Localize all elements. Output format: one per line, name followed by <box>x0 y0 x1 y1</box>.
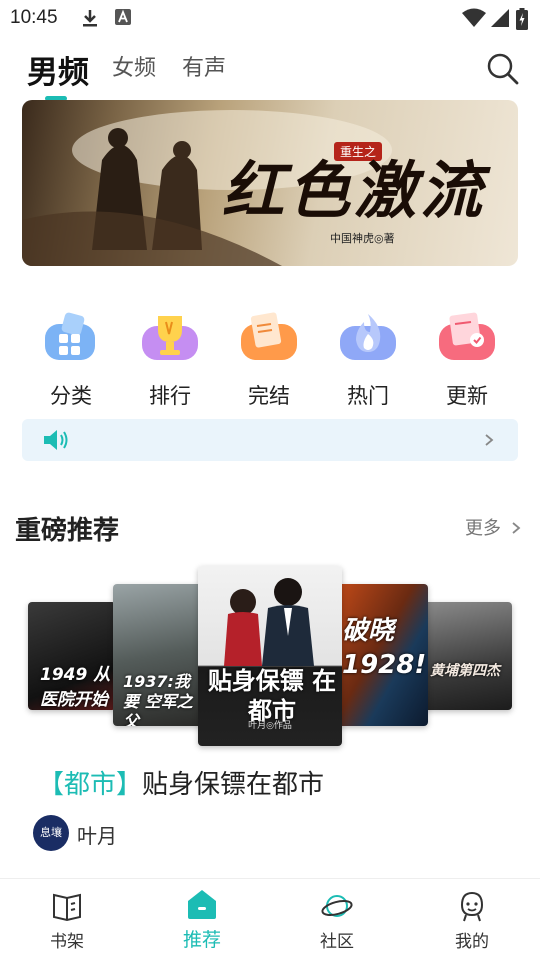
quick-link-label: 排行 <box>149 384 191 408</box>
promo-banner[interactable]: 重生之 红色激流 中国神虎◎著 <box>22 100 518 266</box>
chevron-right-icon <box>512 522 521 534</box>
quick-link-label: 更新 <box>446 384 488 408</box>
speaker-icon <box>44 430 68 450</box>
audio-notice-bar[interactable] <box>22 419 518 461</box>
tab-audio[interactable]: 有声 <box>182 50 226 82</box>
chevron-right-icon <box>485 434 494 446</box>
book-cover[interactable]: 1937:我要 空军之父 <box>113 584 205 726</box>
book-cover-selected[interactable]: 贴身保镖 在都市 叶月◎作品 <box>198 566 342 746</box>
book-cover[interactable]: 1949 从医院开始 <box>28 602 116 710</box>
nav-community[interactable]: 社区 <box>292 889 382 952</box>
book-cover[interactable]: 黄埔第四杰 <box>424 602 512 710</box>
quick-link-hot[interactable]: 热门 <box>328 310 408 410</box>
book-cover[interactable]: 破晓 1928! <box>336 584 428 726</box>
battery-icon <box>516 8 528 30</box>
quick-links: 分类 排行 完结 热门 更新 <box>0 310 540 410</box>
bookshelf-icon <box>53 893 81 922</box>
quick-link-label: 热门 <box>347 384 389 408</box>
book-genre: 【都市】 <box>38 770 143 800</box>
book-title: 贴身保镖在都市 <box>142 770 325 800</box>
quick-link-label: 分类 <box>50 384 92 408</box>
update-icon <box>439 312 495 360</box>
flame-icon <box>340 314 396 360</box>
wifi-icon <box>462 8 486 27</box>
tab-female[interactable]: 女频 <box>112 50 156 82</box>
section-title: 重磅推荐 <box>15 516 120 546</box>
banner-title: 红色激流 <box>222 154 487 227</box>
cover-title: 1949 从医院开始 <box>40 665 111 710</box>
quick-link-ranking[interactable]: 排行 <box>130 310 210 410</box>
top-tabs: 男频 女频 有声 <box>0 40 540 101</box>
download-icon <box>83 10 97 27</box>
nav-profile[interactable]: 我的 <box>427 889 517 952</box>
finished-icon <box>241 312 297 360</box>
signal-icon <box>491 9 509 27</box>
cover-title: 贴身保镖 在都市 <box>207 667 337 725</box>
search-icon[interactable] <box>486 52 520 86</box>
cover-title: 黄埔第四杰 <box>430 663 500 679</box>
profile-icon <box>460 891 484 922</box>
more-button[interactable]: 更多 <box>465 514 521 540</box>
status-bar: 10:45 <box>0 0 540 36</box>
quick-link-update[interactable]: 更新 <box>427 310 507 410</box>
cover-title: 破晓 1928! <box>342 616 427 680</box>
trophy-icon <box>142 316 198 360</box>
quick-link-label: 完结 <box>248 384 290 408</box>
nav-recommend[interactable]: 推荐 <box>157 887 247 952</box>
avatar: 息壤 <box>33 815 69 851</box>
cover-author-credit: 叶月◎作品 <box>248 721 292 731</box>
nav-label: 社区 <box>320 932 354 952</box>
recommend-icon <box>188 890 216 919</box>
app-a-icon <box>115 9 131 25</box>
nav-label: 书架 <box>50 932 84 952</box>
nav-label: 推荐 <box>182 929 221 951</box>
author-name: 叶月 <box>77 824 117 848</box>
quick-link-finished[interactable]: 完结 <box>229 310 309 410</box>
planet-icon <box>321 895 353 917</box>
status-time: 10:45 <box>10 7 58 28</box>
tab-male[interactable]: 男频 <box>27 47 89 92</box>
quick-link-category[interactable]: 分类 <box>31 310 111 410</box>
cover-title: 1937:我要 空军之父 <box>123 672 193 726</box>
nav-label: 我的 <box>455 932 489 952</box>
more-label: 更多 <box>465 518 501 539</box>
bottom-nav: 书架 推荐 社区 我的 <box>0 878 540 960</box>
category-icon <box>45 312 95 360</box>
nav-bookshelf[interactable]: 书架 <box>22 889 112 952</box>
selected-book-title[interactable]: 【都市】贴身保镖在都市 <box>38 764 324 801</box>
banner-author: 中国神虎◎著 <box>330 232 395 245</box>
